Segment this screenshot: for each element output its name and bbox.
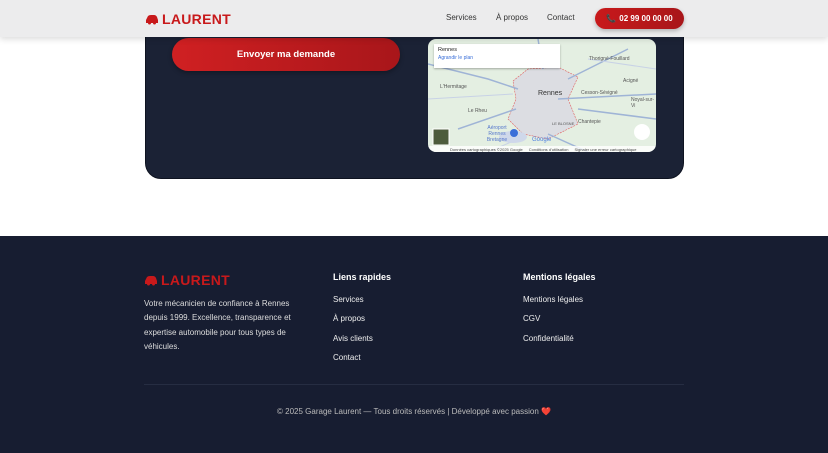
footer-link-cgv[interactable]: CGV — [523, 314, 540, 323]
footer-divider — [144, 384, 684, 385]
footer-link-reviews[interactable]: Avis clients — [333, 334, 373, 343]
map-label: Chantepie — [578, 119, 601, 125]
footer-link-contact[interactable]: Contact — [333, 353, 361, 362]
map-label: Thorigné-Fouillard — [589, 56, 630, 62]
car-icon — [145, 275, 157, 285]
map-label: Aéroport Rennes Bretagne — [486, 125, 508, 143]
map-label: Noyal-sur-Vi — [631, 97, 655, 109]
car-icon — [146, 14, 158, 24]
enlarge-map-link[interactable]: Agrandir le plan — [438, 55, 556, 61]
map-data-credit: Données cartographiques ©2025 Google — [450, 146, 523, 152]
map-label: Rennes — [538, 90, 563, 97]
footer-logo: LAURENT — [144, 272, 230, 288]
nav-services[interactable]: Services — [446, 13, 477, 22]
google-map[interactable]: Rennes Agrandir le plan Thorigné-Fouilla… — [428, 39, 656, 152]
map-label: Acigné — [623, 78, 639, 84]
nav-about[interactable]: À propos — [496, 13, 528, 22]
logo-text: LAURENT — [162, 11, 231, 27]
logo[interactable]: LAURENT — [145, 11, 231, 27]
footer-description: Votre mécanicien de confiance à Rennes d… — [144, 299, 291, 351]
footer-link-about[interactable]: À propos — [333, 314, 365, 323]
terms-link[interactable]: Conditions d'utilisation — [529, 147, 569, 152]
map-label: Le Rheu — [468, 108, 487, 114]
report-error-link[interactable]: Signaler une erreur cartographique — [574, 147, 636, 152]
footer-link-legal[interactable]: Mentions légales — [523, 295, 583, 304]
phone-button[interactable]: 📞 02 99 00 00 00 — [595, 8, 684, 29]
map-place-name: Rennes — [438, 47, 457, 53]
legal-heading: Mentions légales — [523, 272, 596, 282]
map-info-box: Rennes Agrandir le plan — [434, 44, 560, 68]
google-logo: Google — [532, 137, 552, 143]
copyright: © 2025 Garage Laurent — Tous droits rése… — [277, 407, 551, 416]
map-attribution: Données cartographiques ©2025 Google Con… — [428, 146, 656, 152]
logo-text: LAURENT — [161, 272, 230, 288]
map-label: L'Hermitage — [440, 84, 467, 90]
footer-link-services[interactable]: Services — [333, 295, 364, 304]
phone-number: 02 99 00 00 00 — [619, 14, 673, 23]
site-footer — [0, 236, 828, 453]
map-label: LE BLOSNE — [552, 121, 575, 126]
nav-contact[interactable]: Contact — [547, 13, 575, 22]
phone-icon: 📞 — [606, 14, 617, 23]
map-label: Cesson-Sévigné — [581, 90, 618, 96]
submit-button[interactable]: Envoyer ma demande — [172, 38, 400, 71]
footer-link-privacy[interactable]: Confidentialité — [523, 334, 574, 343]
site-header: LAURENT Services À propos Contact 📞 02 99… — [0, 0, 828, 37]
quick-links-heading: Liens rapides — [333, 272, 392, 282]
